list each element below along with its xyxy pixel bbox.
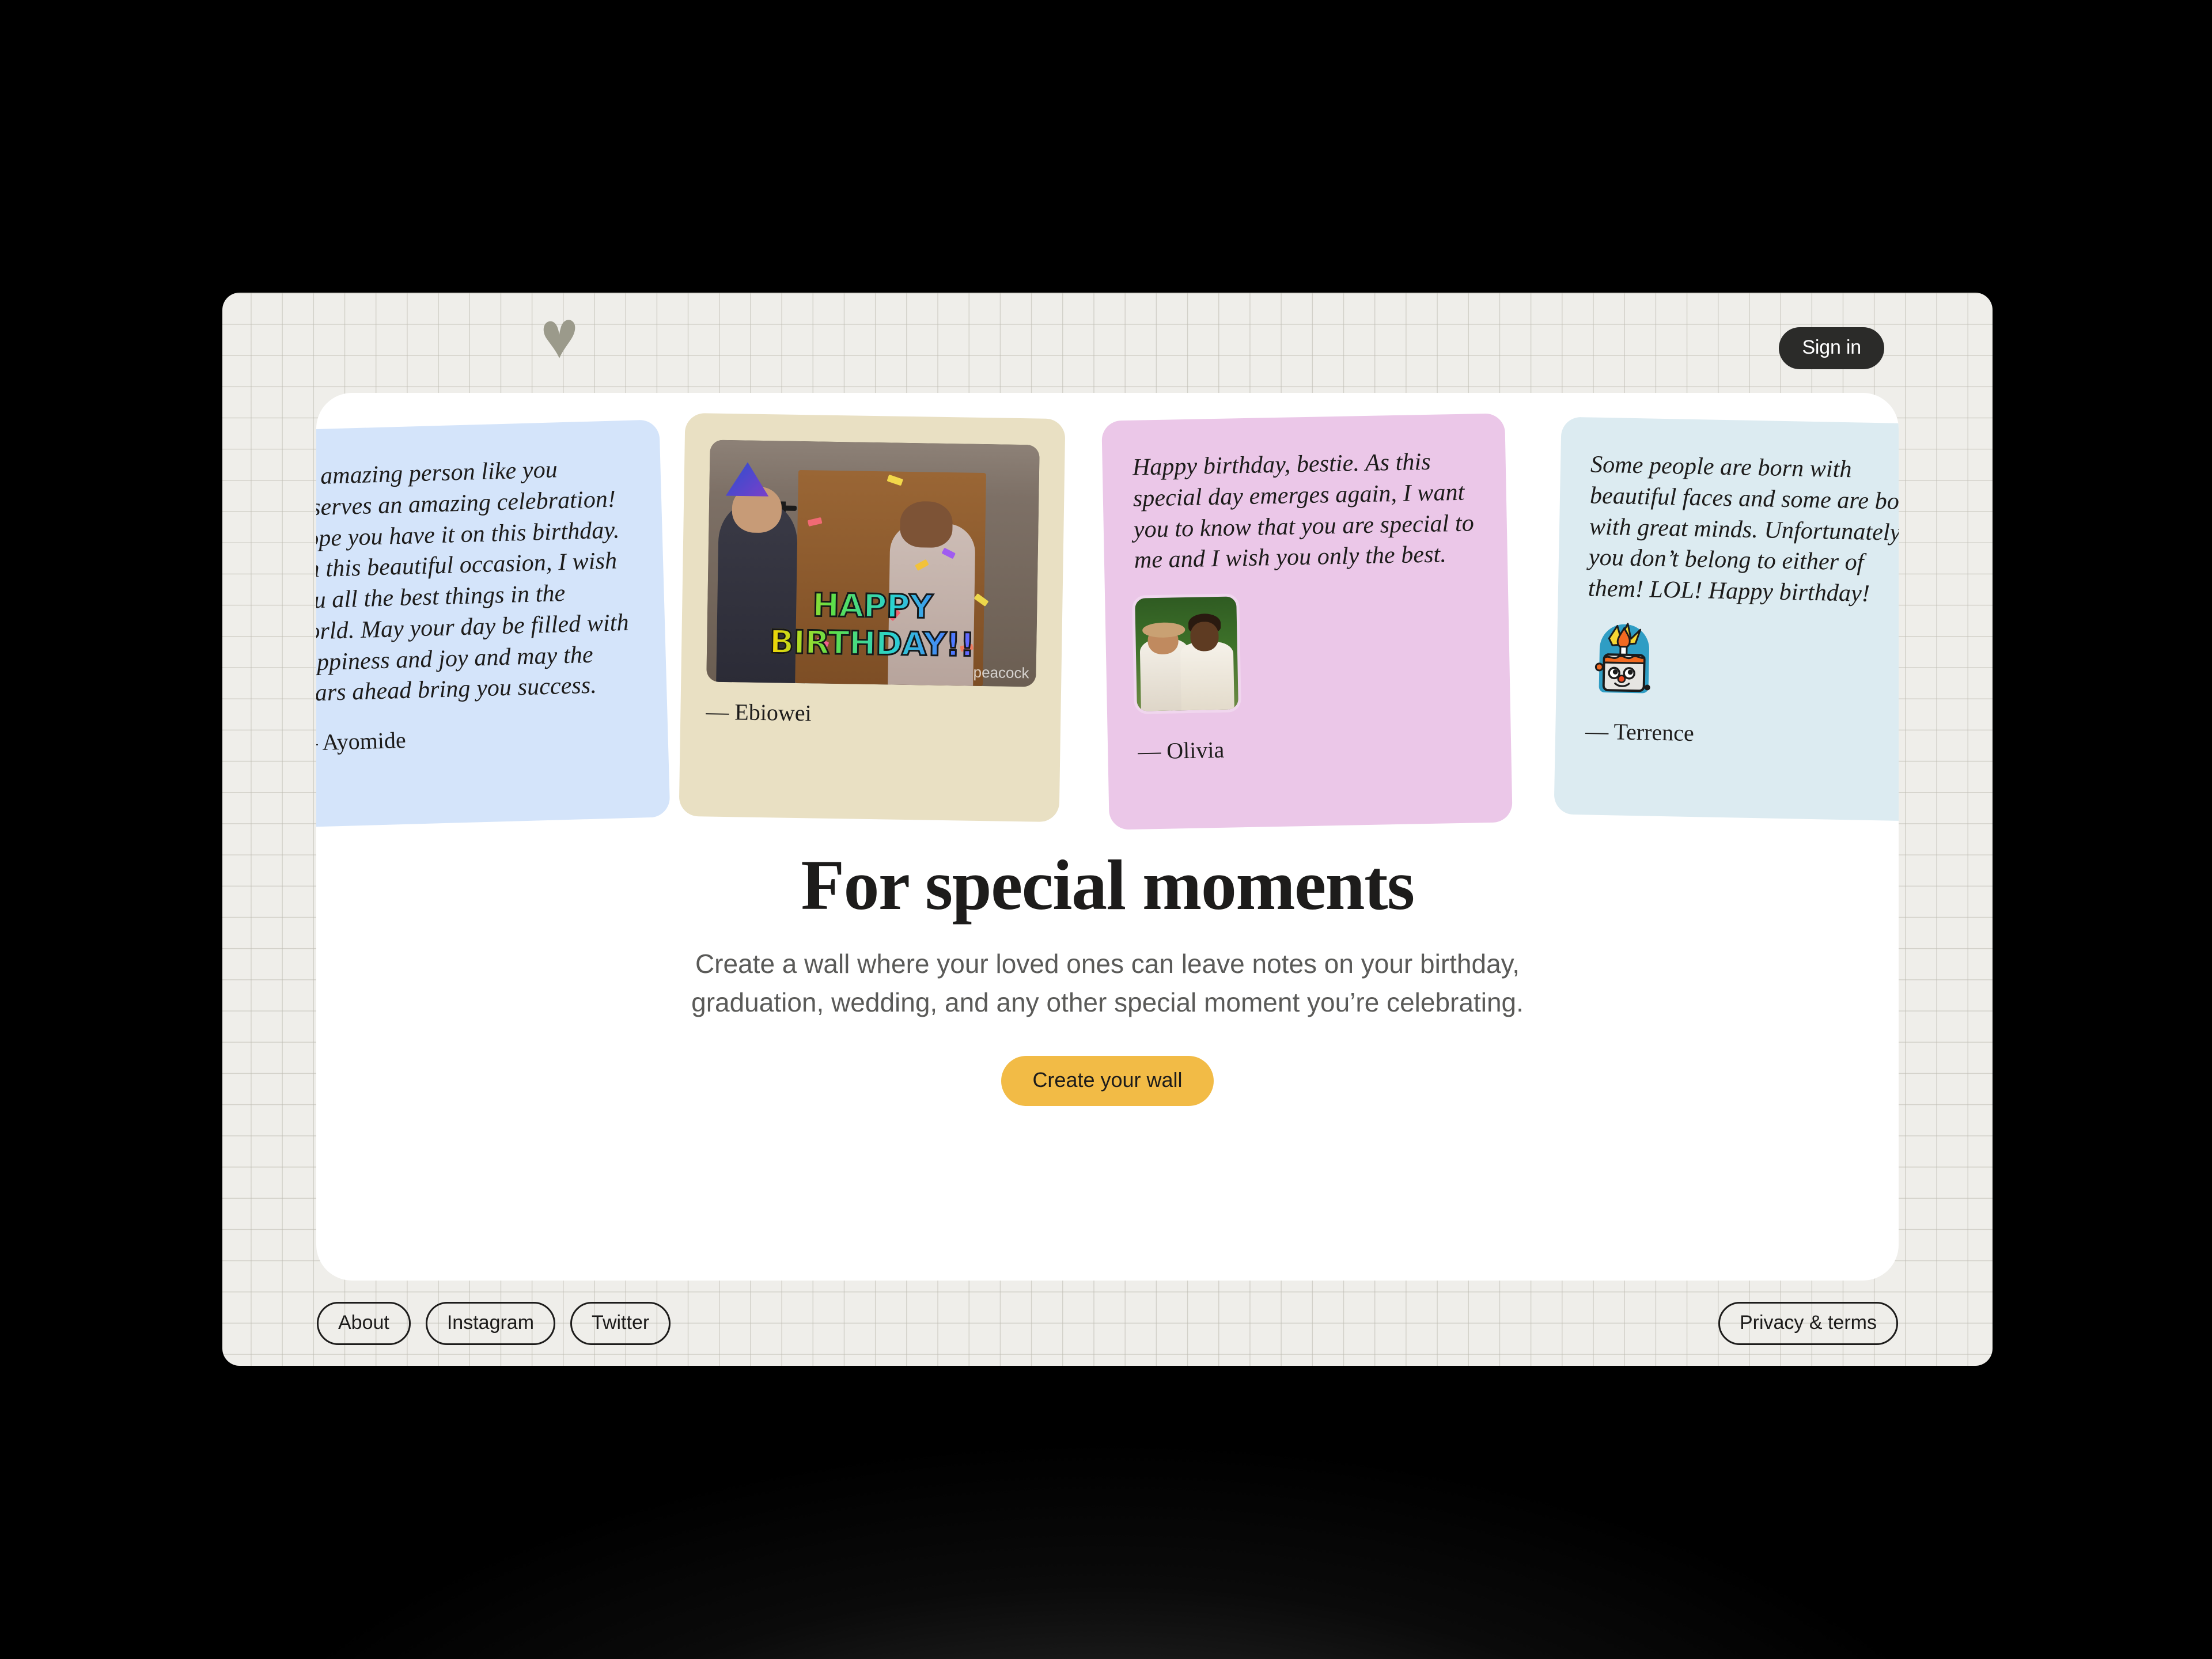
note-message: Happy birthday, bestie. As this special … xyxy=(1132,448,1475,574)
hero-subtitle: Create a wall where your loved ones can … xyxy=(691,949,1524,1018)
gif-caption-text: HAPPY BIRTHDAY!! xyxy=(707,585,1037,665)
footer-links: About Instagram Twitter xyxy=(317,1301,671,1345)
note-gif[interactable]: HAPPY BIRTHDAY!! peacock xyxy=(706,440,1040,687)
note-card[interactable]: Some people are born with beautiful face… xyxy=(1554,416,1899,822)
footer-link-about[interactable]: About xyxy=(317,1301,411,1345)
note-author: — Terrence xyxy=(1585,718,1695,746)
site-header: Sign in xyxy=(222,293,1993,389)
content-panel: An amazing person like you deserves an a… xyxy=(316,393,1899,1281)
gif-character-right-head xyxy=(899,501,953,548)
sign-in-button[interactable]: Sign in xyxy=(1779,327,1884,369)
privacy-and-terms-button[interactable]: Privacy & terms xyxy=(1718,1301,1898,1345)
note-card[interactable]: An amazing person like you deserves an a… xyxy=(316,419,671,828)
note-author: — Olivia xyxy=(1137,736,1225,764)
gif-party-hat xyxy=(726,462,769,497)
note-author: — Ebiowei xyxy=(706,698,812,726)
page-title: For special moments xyxy=(801,846,1415,925)
note-card[interactable]: Happy birthday, bestie. As this special … xyxy=(1101,413,1513,830)
browser-window: Sign in An amazing person like you deser… xyxy=(222,293,1993,1366)
heart-icon[interactable] xyxy=(541,318,577,359)
note-author: — Ayomide xyxy=(316,726,407,756)
note-message: An amazing person like you deserves an a… xyxy=(316,456,630,707)
desktop-backdrop: Sign in An amazing person like you deser… xyxy=(0,0,2212,1659)
note-card[interactable]: HAPPY BIRTHDAY!! peacock — Ebiowei xyxy=(679,412,1066,823)
note-photo[interactable] xyxy=(1135,596,1238,711)
gif-watermark: peacock xyxy=(973,663,1029,682)
note-message: Some people are born with beautiful face… xyxy=(1588,451,1899,607)
site-footer: About Instagram Twitter Privacy & terms xyxy=(222,1281,1993,1366)
footer-link-instagram[interactable]: Instagram xyxy=(425,1301,556,1345)
hero-section: For special moments Create a wall where … xyxy=(316,846,1899,1106)
footer-legal: Privacy & terms xyxy=(1718,1301,1898,1345)
birthday-cake-sticker-icon xyxy=(1586,622,1662,702)
footer-link-twitter[interactable]: Twitter xyxy=(570,1301,671,1345)
photo-person-right-head xyxy=(1190,622,1219,652)
photo-person-right xyxy=(1180,641,1234,711)
create-your-wall-button[interactable]: Create your wall xyxy=(1001,1055,1214,1106)
notes-carousel[interactable]: An amazing person like you deserves an a… xyxy=(316,393,1899,830)
photo-sun-hat xyxy=(1142,622,1185,638)
